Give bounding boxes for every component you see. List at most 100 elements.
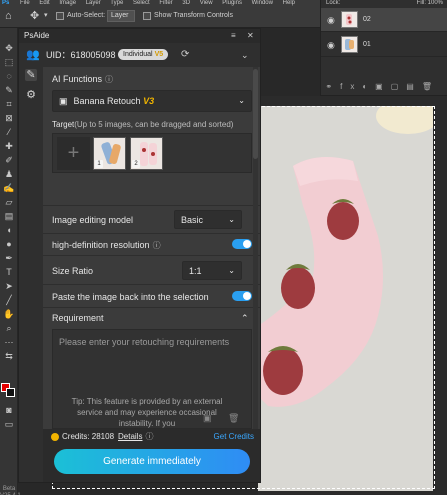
version-label: Beta V25.4.1: [0, 486, 21, 495]
screen-mode-icon[interactable]: ▭: [2, 418, 16, 430]
chevron-down-icon: ⌄: [228, 215, 235, 224]
auto-select-checkbox[interactable]: [56, 12, 64, 20]
divider: [43, 284, 260, 285]
panel-scrollbar[interactable]: [253, 67, 258, 438]
hand-icon[interactable]: ✋: [2, 308, 16, 320]
ai-function-dropdown[interactable]: ▣ Banana Retouch V3 ⌄: [52, 90, 252, 112]
paste-back-toggle[interactable]: [232, 291, 252, 301]
layer-actions-icons[interactable]: ⚭fx◐▣▢▤🗑: [321, 80, 447, 94]
model-label: Image editing model: [52, 215, 134, 225]
layer-thumbnail: [341, 11, 358, 28]
brush-icon[interactable]: ✐: [2, 154, 16, 166]
transform-label: Show Transform Controls: [154, 12, 233, 19]
zoom-icon[interactable]: ⌕: [2, 322, 16, 334]
plan-badge: Individual V5: [118, 49, 169, 60]
generate-button[interactable]: Generate immediately: [54, 449, 250, 474]
eraser-icon[interactable]: ▱: [2, 196, 16, 208]
marquee-icon[interactable]: ⬚: [2, 56, 16, 68]
layer-row[interactable]: ◉ 02: [321, 8, 447, 32]
eye-icon[interactable]: ◉: [327, 40, 335, 50]
panel-sidebar: ✎ ⚙: [19, 43, 43, 482]
panel-titlebar[interactable]: PsAide ≡ ✕: [19, 29, 260, 43]
type-icon[interactable]: T: [2, 266, 16, 278]
fill-label: Fill: 100%: [416, 0, 443, 6]
tip-text: Tip: This feature is provided by an exte…: [71, 397, 223, 428]
auto-select-dropdown[interactable]: Layer: [107, 10, 135, 22]
info-icon: ⓘ: [105, 75, 114, 84]
history-brush-icon[interactable]: ✍: [2, 182, 16, 194]
coin-icon: [51, 433, 59, 441]
image-icon: ▣: [59, 96, 68, 106]
edit-icon[interactable]: ✎: [25, 69, 37, 81]
move-tool-icon[interactable]: ✥: [30, 10, 39, 22]
gradient-icon[interactable]: ▤: [2, 210, 16, 222]
close-icon[interactable]: ✕: [247, 30, 254, 41]
blur-icon[interactable]: ◖: [2, 224, 16, 236]
credits-label: Credits: 28108 Details ⓘ: [62, 432, 154, 441]
add-image-button[interactable]: +: [57, 137, 90, 170]
pen-icon[interactable]: ✒: [2, 252, 16, 264]
panel-footer: Credits: 28108 Details ⓘ Get Credits Gener…: [43, 429, 260, 482]
info-icon: ⓘ: [145, 432, 154, 441]
divider: [43, 233, 260, 234]
divider: [43, 307, 260, 308]
menu-icon[interactable]: ≡: [231, 30, 236, 41]
dodge-icon[interactable]: ●: [2, 238, 16, 250]
refresh-icon[interactable]: ⟳: [181, 48, 189, 62]
frame-icon[interactable]: ⊠: [2, 112, 16, 124]
dropdown-arrow-icon[interactable]: ▾: [44, 10, 48, 22]
scrollbar-thumb[interactable]: [253, 69, 258, 159]
eye-icon[interactable]: ◉: [327, 15, 335, 25]
toggle-knob: [243, 292, 251, 300]
quick-select-icon[interactable]: ✎: [2, 84, 16, 96]
panel-title: PsAide: [24, 31, 50, 40]
uid-label: UID：618005098: [46, 50, 116, 60]
move-icon[interactable]: ✥: [2, 42, 16, 54]
sock-photo: [258, 106, 433, 491]
target-images-box[interactable]: + 1 2: [52, 133, 252, 173]
uid-bar: 👥 UID：618005098 Individual V5 ⟳ ⌄: [19, 43, 260, 67]
line-icon[interactable]: ╱: [2, 294, 16, 306]
layers-panel: Lock: Fill: 100% ◉ 02 ◉ 01 ⚭fx◐▣▢▤🗑: [320, 0, 447, 96]
ai-functions-label: AI Functions ⓘ: [52, 74, 114, 84]
details-link[interactable]: Details: [118, 432, 142, 441]
edit-toolbar-icon[interactable]: ⇆: [2, 350, 16, 362]
layer-name: 01: [363, 41, 371, 48]
crop-icon[interactable]: ⌗: [2, 98, 16, 110]
size-ratio-label: Size Ratio: [52, 266, 94, 276]
auto-select-label: Auto-Select:: [67, 12, 106, 19]
layer-row[interactable]: ◉ 01: [321, 33, 447, 57]
lasso-icon[interactable]: ◌: [2, 70, 16, 82]
quick-mask-icon[interactable]: ◙: [2, 404, 16, 416]
tools-bar: ✥ ⬚ ◌ ✎ ⌗ ⊠ ⁄ ✚ ✐ ♟ ✍ ▱ ▤ ◖ ● ✒ T ➤ ╱ ✋ …: [0, 28, 21, 495]
divider: [43, 255, 260, 256]
chevron-down-icon[interactable]: ⌄: [241, 48, 249, 62]
home-icon[interactable]: ⌂: [5, 10, 17, 22]
target-image[interactable]: 1: [93, 137, 126, 170]
healing-icon[interactable]: ✚: [2, 140, 16, 152]
image-index: 2: [132, 160, 140, 168]
background-color-swatch[interactable]: [6, 388, 15, 397]
model-dropdown[interactable]: Basic ⌄: [174, 210, 242, 229]
transform-checkbox[interactable]: [143, 12, 151, 20]
get-credits-link[interactable]: Get Credits: [214, 432, 254, 442]
layer-thumbnail: [341, 36, 358, 53]
hd-label: high-definition resolution ⓘ: [52, 240, 161, 250]
eyedropper-icon[interactable]: ⁄: [2, 126, 16, 138]
panel-content: AI Functions ⓘ ▣ Banana Retouch V3 ⌄ Targe…: [43, 67, 260, 438]
stamp-icon[interactable]: ♟: [2, 168, 16, 180]
chevron-up-icon[interactable]: ⌃: [241, 312, 249, 324]
size-ratio-dropdown[interactable]: 1:1 ⌄: [182, 261, 242, 280]
path-select-icon[interactable]: ➤: [2, 280, 16, 292]
info-icon: ⓘ: [152, 241, 161, 250]
settings-icon[interactable]: ⚙: [25, 89, 37, 101]
layer-name: 02: [363, 16, 371, 23]
image-index: 1: [95, 160, 103, 168]
target-image[interactable]: 2: [130, 137, 163, 170]
toggle-knob: [243, 240, 251, 248]
more-icon[interactable]: ⋯: [2, 336, 16, 348]
requirement-placeholder: Please enter your retouching requirement…: [59, 337, 230, 347]
chevron-down-icon: ⌄: [238, 96, 245, 105]
hd-toggle[interactable]: [232, 239, 252, 249]
canvas-area[interactable]: [258, 96, 447, 495]
